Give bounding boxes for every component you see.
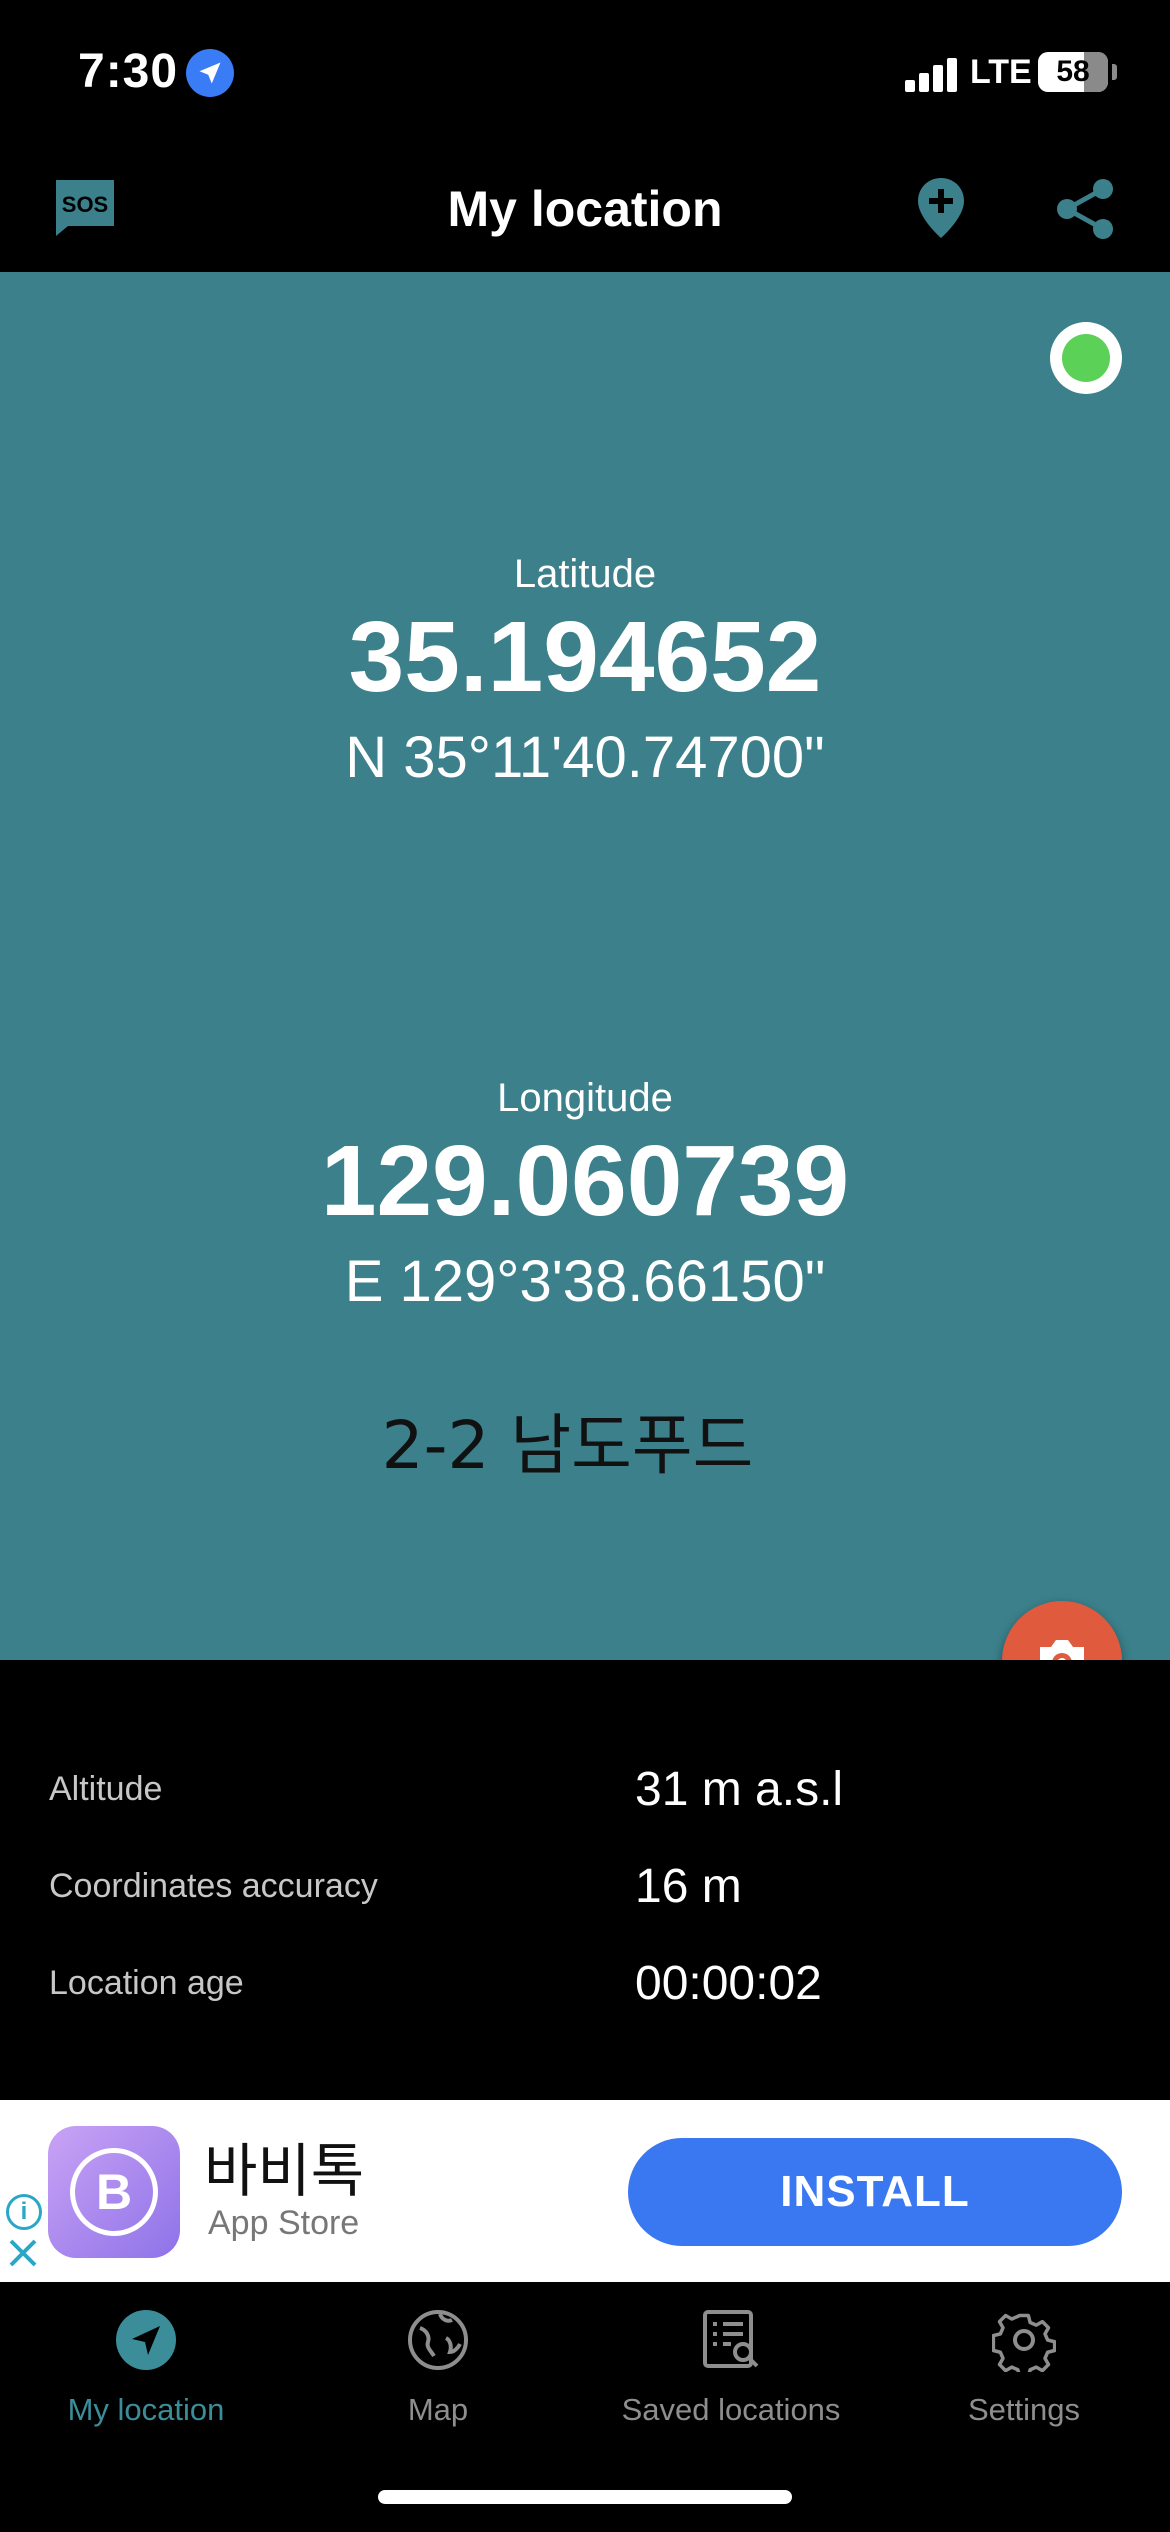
tab-settings-label: Settings: [967, 2392, 1080, 2427]
ad-banner[interactable]: B 바비톡 App Store INSTALL i: [0, 2100, 1170, 2282]
detail-row-accuracy: Coordinates accuracy 16 m: [0, 1855, 1170, 1925]
longitude-decimal: 129.060739: [320, 1125, 850, 1237]
latitude-decimal: 35.194652: [348, 601, 822, 713]
tab-my-location[interactable]: My location: [0, 2282, 292, 2432]
ad-app-icon[interactable]: B: [48, 2126, 180, 2258]
home-indicator[interactable]: [378, 2490, 792, 2504]
coordinates-panel: Latitude 35.194652 N 35°11'40.74700" Lon…: [0, 272, 1170, 1660]
location-arrow-icon: [186, 49, 234, 97]
tab-map[interactable]: Map: [292, 2282, 584, 2432]
add-location-pin-icon[interactable]: [915, 176, 967, 245]
status-time: 7:30: [78, 45, 179, 98]
battery-icon: 58: [1038, 52, 1108, 92]
location-age-value: 00:00:02: [635, 1957, 822, 2010]
ad-info-icon[interactable]: i: [6, 2194, 42, 2230]
navigation-arrow-icon: [114, 2308, 178, 2377]
gear-icon: [991, 2308, 1057, 2379]
tab-saved-locations-label: Saved locations: [621, 2392, 841, 2427]
latitude-dms: N 35°11'40.74700": [345, 725, 825, 790]
battery-tip: [1112, 64, 1117, 80]
longitude-label: Longitude: [497, 1076, 673, 1120]
ad-app-icon-letter: B: [70, 2148, 158, 2236]
tab-map-label: Map: [407, 2392, 469, 2427]
location-age-label: Location age: [49, 1964, 244, 2002]
status-bar: 7:30 LTE 58: [0, 0, 1170, 140]
network-type: LTE: [970, 53, 1032, 91]
detail-row-altitude: Altitude 31 m a.s.l: [0, 1758, 1170, 1828]
battery-level: 58: [1056, 55, 1090, 88]
tab-saved-locations[interactable]: Saved locations: [584, 2282, 878, 2432]
page-title: My location: [447, 181, 723, 237]
accuracy-label: Coordinates accuracy: [49, 1867, 378, 1905]
altitude-value: 31 m a.s.l: [635, 1763, 844, 1816]
globe-icon: [406, 2308, 470, 2377]
tab-my-location-label: My location: [67, 2392, 225, 2427]
share-icon[interactable]: [1055, 178, 1115, 245]
accuracy-value: 16 m: [635, 1860, 742, 1913]
ad-install-button[interactable]: INSTALL: [628, 2138, 1122, 2246]
tab-settings[interactable]: Settings: [878, 2282, 1170, 2432]
app-header: SOS My location: [0, 140, 1170, 272]
detail-row-location-age: Location age 00:00:02: [0, 1952, 1170, 2022]
location-details: Altitude 31 m a.s.l Coordinates accuracy…: [0, 1660, 1170, 2100]
longitude-dms: E 129°3'38.66150": [344, 1249, 826, 1314]
ad-close-icon[interactable]: [6, 2236, 40, 2275]
latitude-label: Latitude: [513, 552, 657, 596]
ad-store-label: App Store: [208, 2204, 360, 2242]
gps-status-indicator: [1050, 322, 1122, 394]
altitude-label: Altitude: [49, 1770, 163, 1808]
saved-list-icon: [699, 2308, 763, 2377]
ad-app-name[interactable]: 바비톡: [204, 2124, 364, 2208]
address-text: 2-2 남도푸드: [381, 1407, 754, 1484]
signal-icon: [905, 56, 961, 92]
